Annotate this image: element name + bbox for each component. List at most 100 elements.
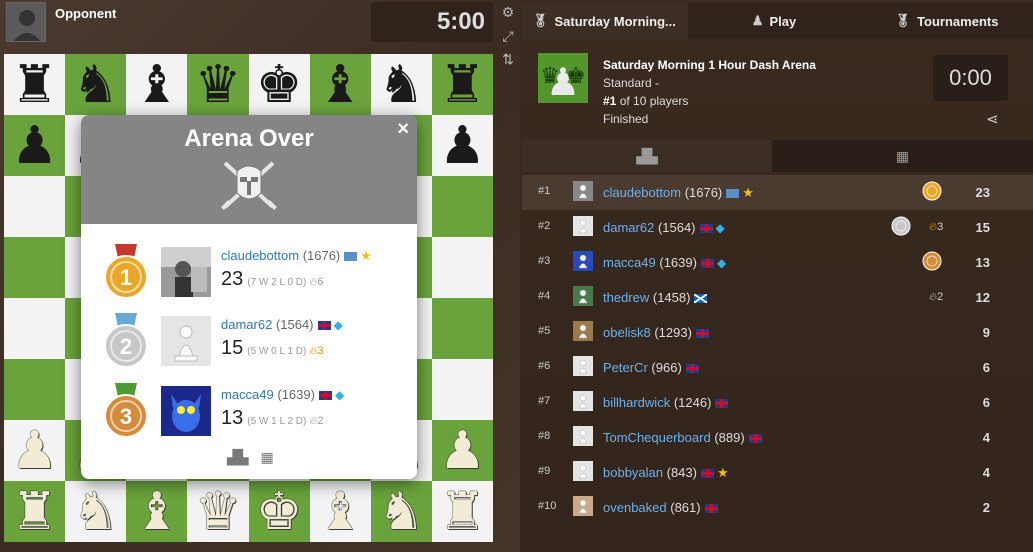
white-rook-piece[interactable]: ♜ [439, 486, 486, 538]
tab-tournaments[interactable]: 🏅︎ Tournaments [860, 3, 1033, 39]
avatar[interactable] [161, 316, 211, 366]
board-square[interactable]: ♚ [248, 481, 310, 542]
avatar[interactable] [573, 356, 593, 376]
board-square[interactable]: ♝ [126, 481, 188, 542]
avatar[interactable] [573, 321, 593, 341]
board-square[interactable]: ♟ [431, 420, 493, 481]
standings-row[interactable]: #3 macca49 (1639) ◆ 13 [522, 245, 1033, 280]
standings-row[interactable]: #1 claudebottom (1676) ★ 23 [522, 175, 1033, 210]
player-name[interactable]: claudebottom [221, 248, 299, 263]
black-knight-piece[interactable]: ♞ [378, 59, 425, 111]
fire-streak: 🔥︎2 [929, 291, 943, 304]
board-square[interactable]: ♟ [4, 420, 66, 481]
white-knight-piece[interactable]: ♞ [72, 486, 119, 538]
black-bishop-piece[interactable]: ♝ [317, 59, 364, 111]
avatar[interactable] [573, 286, 593, 306]
board-square[interactable] [4, 237, 66, 298]
standings-row[interactable]: #7 billhardwick (1246) 6 [522, 385, 1033, 420]
black-pawn-piece[interactable]: ♟ [439, 120, 486, 172]
opponent-name[interactable]: Opponent [55, 6, 116, 21]
board-square[interactable] [431, 176, 493, 237]
standings-row[interactable]: #10 ovenbaked (861) 2 [522, 490, 1033, 525]
white-knight-piece[interactable]: ♞ [378, 486, 425, 538]
board-square[interactable]: ♜ [4, 481, 66, 542]
white-king-piece[interactable]: ♚ [256, 486, 303, 538]
standings-row[interactable]: #8 TomChequerboard (889) 4 [522, 420, 1033, 455]
white-queen-piece[interactable]: ♛ [195, 486, 242, 538]
board-square[interactable]: ♜ [431, 54, 493, 115]
close-icon[interactable]: × [397, 118, 409, 141]
player-name[interactable]: damar62 [603, 220, 654, 235]
player-name[interactable]: thedrew [603, 290, 649, 305]
gear-icon[interactable]: ⚙ [499, 3, 517, 21]
avatar[interactable] [161, 247, 211, 297]
player-name[interactable]: billhardwick [603, 395, 670, 410]
board-square[interactable]: ♞ [65, 481, 127, 542]
board-square[interactable] [431, 359, 493, 420]
standings-row[interactable]: #9 bobbyalan (843) ★ 4 [522, 455, 1033, 490]
board-square[interactable]: ♝ [126, 54, 188, 115]
white-rook-piece[interactable]: ♜ [11, 486, 58, 538]
black-knight-piece[interactable]: ♞ [72, 59, 119, 111]
board-square[interactable] [4, 359, 66, 420]
player-name[interactable]: TomChequerboard [603, 430, 711, 445]
expand-icon[interactable]: ⤢ [499, 27, 517, 45]
board-square[interactable]: ♛ [187, 54, 249, 115]
player-name[interactable]: bobbyalan [603, 465, 663, 480]
avatar[interactable] [573, 181, 593, 201]
board-square[interactable]: ♞ [370, 481, 432, 542]
podium-tab-icon[interactable]: ▟▙ [522, 140, 772, 172]
white-pawn-piece[interactable]: ♟ [11, 425, 58, 477]
player-name[interactable]: macca49 [221, 387, 274, 402]
avatar[interactable] [573, 461, 593, 481]
white-bishop-piece[interactable]: ♝ [317, 486, 364, 538]
standings-row[interactable]: #5 obelisk8 (1293) 9 [522, 315, 1033, 350]
black-queen-piece[interactable]: ♛ [195, 59, 242, 111]
share-icon[interactable]: ⋖ [986, 110, 999, 128]
board-square[interactable]: ♛ [187, 481, 249, 542]
games-tab-icon[interactable]: ▦ [772, 140, 1033, 172]
standings-row[interactable]: #2 damar62 (1564) ◆ 🔥︎3 15 [522, 210, 1033, 245]
podium-score-line: 13 (5 W 1 L 2 D) 🔥︎2 [221, 407, 324, 430]
board-square[interactable]: ♝ [309, 481, 371, 542]
player-name[interactable]: macca49 [603, 255, 656, 270]
board-square[interactable]: ♜ [4, 54, 66, 115]
standings-row[interactable]: #4 thedrew (1458) 🔥︎2 12 [522, 280, 1033, 315]
black-bishop-piece[interactable]: ♝ [134, 59, 181, 111]
player-name[interactable]: ovenbaked [603, 500, 667, 515]
black-pawn-piece[interactable]: ♟ [11, 120, 58, 172]
board-square[interactable]: ♞ [65, 54, 127, 115]
board-square[interactable]: ♝ [309, 54, 371, 115]
flip-board-icon[interactable]: ⇅ [499, 50, 517, 68]
player-name[interactable]: claudebottom [603, 185, 681, 200]
board-square[interactable] [4, 298, 66, 359]
white-pawn-piece[interactable]: ♟ [439, 425, 486, 477]
board-square[interactable] [4, 176, 66, 237]
avatar[interactable] [573, 496, 593, 516]
black-rook-piece[interactable]: ♜ [11, 59, 58, 111]
board-square[interactable]: ♟ [431, 115, 493, 176]
avatar[interactable] [161, 386, 211, 436]
board-square[interactable]: ♜ [431, 481, 493, 542]
board-square[interactable]: ♚ [248, 54, 310, 115]
podium-icon[interactable]: ▟▙ [227, 449, 249, 465]
board-square[interactable]: ♟ [4, 115, 66, 176]
player-name[interactable]: damar62 [221, 317, 272, 332]
board-square[interactable] [431, 237, 493, 298]
avatar[interactable] [573, 216, 593, 236]
board-square[interactable] [431, 298, 493, 359]
avatar[interactable] [573, 391, 593, 411]
avatar[interactable] [573, 251, 593, 271]
player-name[interactable]: PeterCr [603, 360, 648, 375]
white-bishop-piece[interactable]: ♝ [134, 486, 181, 538]
tab-play[interactable]: ♟ Play [688, 3, 860, 39]
black-rook-piece[interactable]: ♜ [439, 59, 486, 111]
black-king-piece[interactable]: ♚ [256, 59, 303, 111]
tab-tournament[interactable]: 🏅︎ Saturday Morning... [522, 3, 688, 39]
standings-row[interactable]: #6 PeterCr (966) 6 [522, 350, 1033, 385]
player-name[interactable]: obelisk8 [603, 325, 651, 340]
avatar[interactable] [573, 426, 593, 446]
fire-count: 3 [317, 345, 324, 357]
board-square[interactable]: ♞ [370, 54, 432, 115]
checkerboard-icon[interactable]: ▦ [260, 449, 273, 465]
